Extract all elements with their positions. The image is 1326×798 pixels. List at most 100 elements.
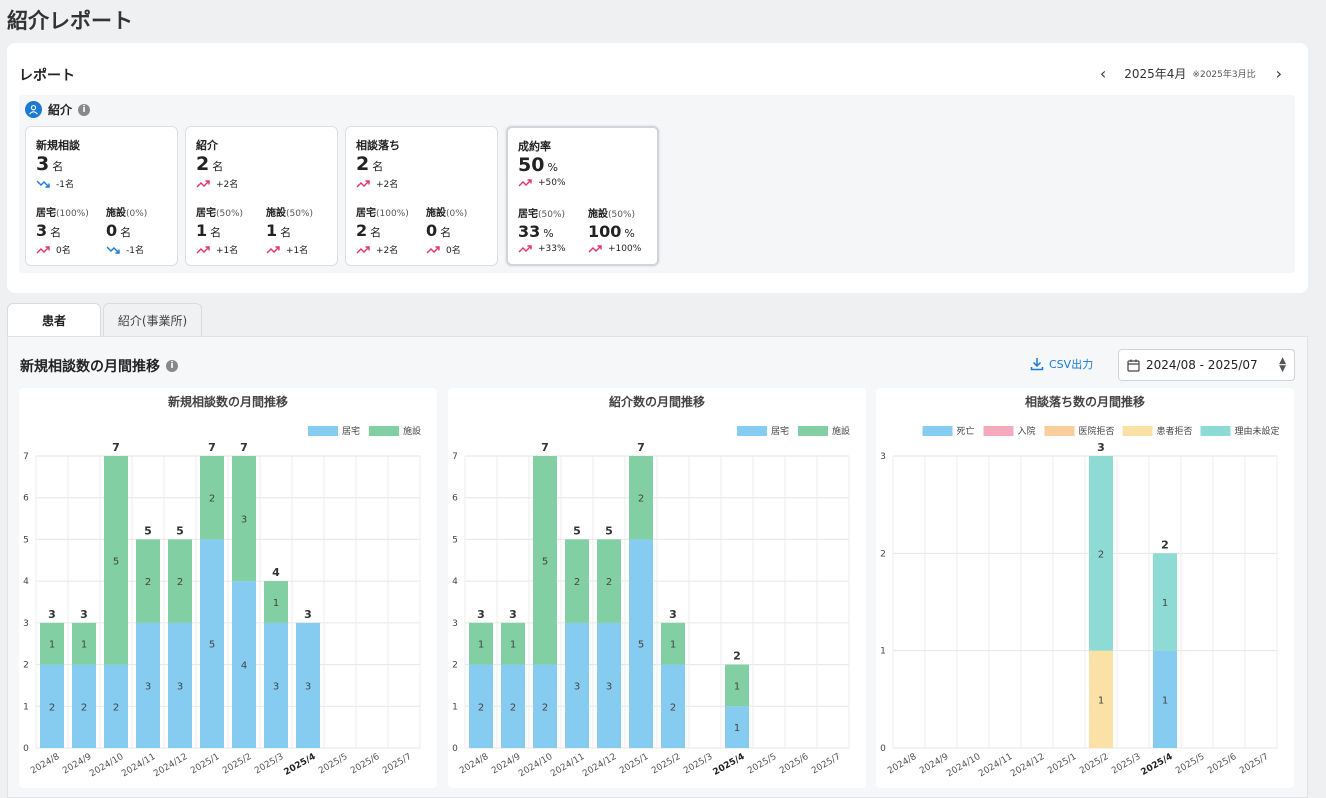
metric-unit: 名 [52, 160, 64, 173]
x-tick-label: 2025/4 [1140, 752, 1175, 778]
updown-icon: ▲ ▼ [1279, 356, 1286, 374]
tab-patients[interactable]: 患者 [7, 303, 101, 336]
sub-label: 居宅(50%) [518, 209, 566, 220]
compare-note: ※2025年3月比 [1192, 70, 1256, 80]
bar-value-label: 1 [1162, 598, 1168, 609]
metric-value: 2名 [196, 153, 224, 175]
info-icon[interactable]: i [166, 360, 178, 372]
x-tick-label: 2025/5 [746, 752, 778, 776]
sub-label: 施設(0%) [426, 208, 468, 219]
bar-value-label: 3 [241, 515, 247, 526]
x-tick-label: 2025/4 [712, 752, 747, 778]
x-tick-label: 2025/1 [1046, 752, 1078, 776]
x-tick-label: 2024/10 [88, 752, 126, 779]
metric-value: 3名 [36, 153, 64, 175]
csv-export-button[interactable]: CSV出力 [1030, 356, 1093, 372]
trend-up-icon [518, 179, 532, 187]
y-tick-label: 5 [23, 535, 29, 545]
bar-value-label: 2 [113, 702, 119, 713]
sub-diff: +33% [518, 244, 588, 254]
trend-up-icon [356, 179, 370, 187]
legend-swatch [737, 426, 767, 436]
chart-referrals: 紹介数の月間推移 施設 居宅 0 1 2 3 4 5 6 7 2 1 3 2024/8 2 1 3 2024/9 2 5… [448, 388, 866, 788]
chevron-left-icon[interactable]: ‹ [1094, 65, 1112, 82]
y-tick-label: 4 [23, 577, 29, 587]
bar-value-label: 2 [1098, 549, 1104, 560]
trend-down-icon [36, 180, 50, 188]
sub-value: 1名 [196, 221, 222, 240]
bar-value-label: 2 [177, 577, 183, 588]
y-tick-label: 0 [23, 744, 29, 754]
legend-swatch [1044, 426, 1075, 436]
x-tick-label: 2025/3 [1110, 752, 1142, 776]
bar-total-label: 5 [176, 524, 184, 537]
legend-label: 患者拒否 [1157, 425, 1193, 437]
trend-up-icon [588, 245, 602, 253]
metric-card: 紹介 2 名 +2名 居宅(50%) 1 名 +1名 施設(50%) 1 名 +1名 [185, 126, 338, 266]
x-tick-label: 2024/10 [945, 752, 983, 779]
metric-title: 相談落ち [356, 139, 400, 152]
sub-diff: +1名 [196, 243, 266, 256]
bar-total-label: 3 [669, 608, 677, 621]
sub-label: 施設(50%) [588, 209, 636, 220]
x-tick-label: 2025/6 [349, 752, 382, 777]
trend-up-icon [518, 245, 532, 253]
bar-value-label: 3 [574, 681, 580, 692]
sub-value: 33% [518, 222, 554, 241]
metric-diff: +2名 [196, 177, 238, 190]
trend-up-icon [196, 245, 210, 253]
metric-value: 50% [518, 154, 558, 176]
legend-label: 居宅 [771, 425, 789, 437]
bar-value-label: 4 [241, 661, 247, 672]
referral-section: 紹介 i 新規相談 3 名 -1名 居宅(100%) 3 名 0名 施設(0%) 0 名 -1名 紹介 2… [19, 95, 1295, 273]
x-tick-label: 2024/12 [581, 752, 618, 779]
y-tick-label: 2 [452, 661, 458, 671]
bar-total-label: 7 [112, 441, 120, 454]
trend-up-icon [266, 245, 280, 253]
x-tick-label: 2025/1 [618, 752, 650, 776]
sub-diff: +100% [588, 244, 658, 254]
legend-label: 施設 [832, 425, 850, 437]
info-icon[interactable]: i [78, 103, 91, 116]
trend-up-icon [196, 179, 210, 187]
trend-up-icon [36, 245, 50, 253]
person-icon [25, 101, 42, 118]
x-tick-label: 2025/1 [189, 752, 221, 776]
x-tick-label: 2025/7 [1238, 752, 1270, 776]
trend-up-icon [356, 245, 370, 253]
bar-total-label: 5 [573, 524, 581, 537]
x-tick-label: 2025/3 [682, 752, 714, 776]
bar-value-label: 3 [177, 681, 183, 692]
metric-unit: 名 [212, 160, 224, 173]
bar-value-label: 1 [510, 640, 516, 651]
metric-title: 紹介 [196, 139, 218, 152]
chevron-right-icon[interactable]: › [1270, 65, 1288, 82]
bar-value-label: 5 [638, 640, 644, 651]
date-range-select[interactable]: 2024/08 - 2025/07 ▲ ▼ [1118, 349, 1295, 381]
bar-value-label: 2 [542, 702, 548, 713]
x-tick-label: 2025/5 [1174, 752, 1206, 776]
sub-label: 居宅(100%) [356, 208, 409, 219]
metric-card[interactable]: 成約率 50% +50% 居宅(50%) 33% +33% 施設(50%) 100% +100% [506, 126, 659, 266]
sub-label: 居宅(50%) [196, 208, 244, 219]
x-tick-label: 2024/11 [977, 752, 1014, 779]
legend-label: 死亡 [957, 425, 975, 437]
bar-value-label: 2 [574, 577, 580, 588]
sub-diff: 0名 [426, 243, 496, 256]
legend-label: 入院 [1018, 425, 1036, 437]
bar-value-label: 1 [478, 640, 484, 651]
bar-value-label: 2 [81, 702, 87, 713]
bar-value-label: 5 [113, 556, 119, 567]
bar-value-label: 3 [305, 681, 311, 692]
bar-value-label: 5 [209, 640, 215, 651]
bar-value-label: 5 [542, 556, 548, 567]
section-label: 紹介 [48, 103, 73, 117]
bar-value-label: 1 [81, 640, 87, 651]
legend-swatch [1200, 426, 1231, 436]
content-title-text: 新規相談数の月間推移 [20, 359, 160, 375]
metric-title: 成約率 [518, 140, 551, 153]
metric-sub: 居宅(50%) 33% +33% [518, 205, 588, 254]
metric-card: 相談落ち 2 名 +2名 居宅(100%) 2 名 +2名 施設(0%) 0 名 0名 [345, 126, 498, 266]
tab-referral-office[interactable]: 紹介(事業所) [103, 303, 202, 336]
bar-total-label: 3 [477, 608, 485, 621]
